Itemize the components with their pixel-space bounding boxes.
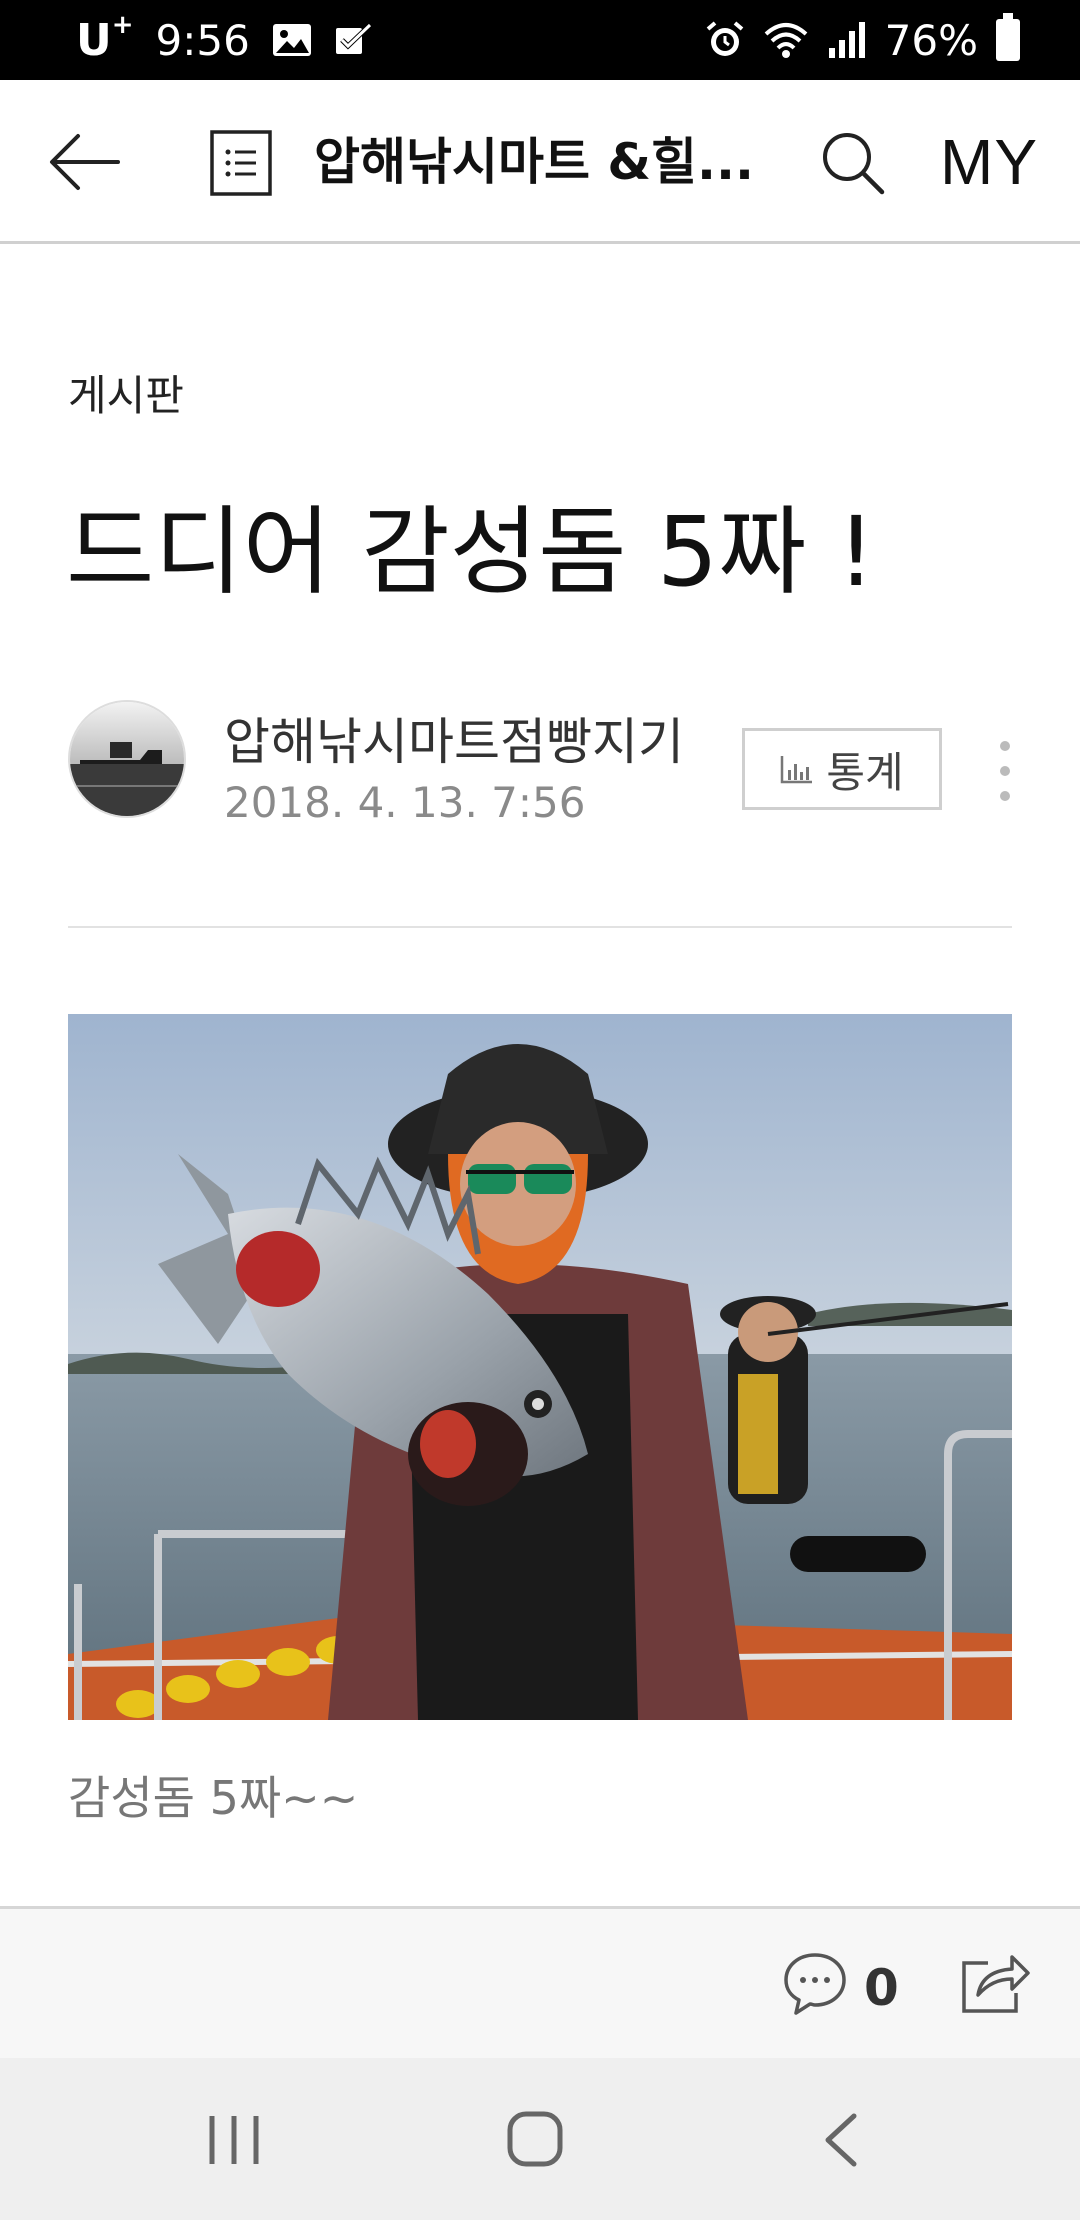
status-time: 9:56 (155, 15, 250, 65)
back-arrow-icon[interactable] (48, 130, 122, 194)
post-action-bar: 0 (0, 1906, 1080, 2058)
carrier-sup: + (111, 9, 134, 40)
home-icon[interactable] (506, 2110, 564, 2168)
stats-button[interactable]: 통계 (742, 728, 942, 810)
app-header: 압해낚시마트 &힐... MY (0, 80, 1080, 244)
post-title: 드디어 감성돔 5짜 ! (66, 496, 876, 608)
avatar-image (70, 702, 184, 816)
post-photo[interactable] (68, 1014, 1012, 1720)
recent-apps-icon[interactable] (206, 2114, 262, 2166)
battery-percent: 76% (884, 15, 978, 65)
carrier-label: U+ (76, 10, 134, 66)
carrier-text: U (76, 14, 112, 66)
task-notification-icon (335, 23, 372, 54)
status-left: U+ 9:56 (76, 0, 374, 80)
gallery-notification-icon (272, 24, 311, 56)
status-bar: U+ 9:56 76% (0, 0, 1080, 80)
fishing-photo-illustration (68, 1014, 1012, 1720)
board-list-icon[interactable] (210, 130, 272, 196)
comment-count[interactable]: 0 (864, 1959, 899, 2017)
stats-label: 통계 (826, 747, 904, 797)
board-label[interactable]: 게시판 (68, 362, 184, 423)
battery-icon (996, 13, 1020, 61)
nav-back-icon[interactable] (820, 2112, 860, 2168)
comment-bubble-icon[interactable] (782, 1951, 848, 2017)
my-button[interactable]: MY (940, 124, 1038, 200)
alarm-icon (706, 21, 743, 56)
blog-title[interactable]: 압해낚시마트 &힐... (314, 126, 754, 198)
signal-icon (828, 22, 865, 58)
wifi-icon (764, 23, 807, 58)
post-date: 2018. 4. 13. 7:56 (224, 778, 586, 827)
author-name[interactable]: 압해낚시마트점빵지기 (224, 702, 684, 774)
system-nav-bar (0, 2058, 1080, 2220)
more-vertical-icon[interactable] (990, 736, 1020, 806)
bar-chart-icon (781, 756, 813, 784)
meta-divider (68, 926, 1012, 928)
share-icon[interactable] (960, 1949, 1030, 2015)
avatar[interactable] (68, 700, 186, 818)
status-right: 76% (705, 0, 1020, 80)
search-icon[interactable] (820, 130, 886, 196)
photo-caption: 감성돔 5짜~~ (68, 1771, 359, 1825)
